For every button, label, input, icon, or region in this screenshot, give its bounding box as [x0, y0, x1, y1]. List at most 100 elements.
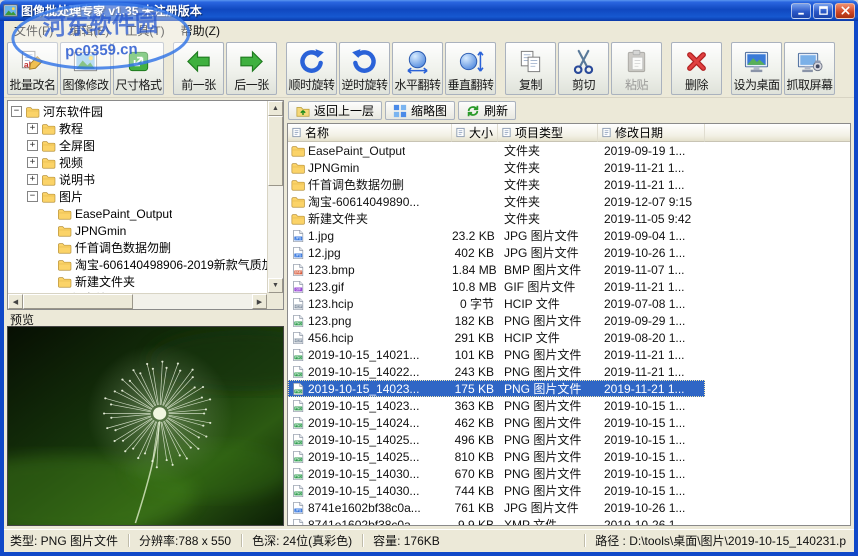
file-row[interactable]: 仟首调色数据勿删文件夹2019-11-21 1... — [288, 176, 705, 193]
tree-expander-icon[interactable]: + — [27, 157, 38, 168]
scroll-right-icon[interactable]: ▶ — [252, 294, 267, 309]
file-row[interactable]: PNG2019-10-15_14021...101 KBPNG 图片文件2019… — [288, 346, 705, 363]
file-row[interactable]: PNG2019-10-15_14022...243 KBPNG 图片文件2019… — [288, 363, 705, 380]
file-type: PNG 图片文件 — [498, 431, 598, 448]
tree-expander-icon[interactable]: − — [11, 106, 22, 117]
maximize-button[interactable] — [813, 3, 833, 19]
toolbar-button-cut[interactable]: 剪切 — [558, 42, 609, 95]
file-name: 123.bmp — [308, 263, 355, 277]
tree-item[interactable]: JPNGmin — [8, 222, 267, 239]
svg-text:PNG: PNG — [295, 321, 302, 325]
tree-horizontal-scrollbar[interactable]: ◀ ▶ — [8, 293, 267, 309]
file-icon: PNG — [291, 467, 305, 481]
file-list-rows: EasePaint_Output文件夹2019-09-19 1...JPNGmi… — [288, 142, 850, 525]
tree-item[interactable]: 仟首调色数据勿删 — [8, 239, 267, 256]
tree-item[interactable]: −图片 — [8, 188, 267, 205]
file-date: 2019-10-15 1... — [598, 450, 705, 464]
file-row[interactable]: PNG123.png182 KBPNG 图片文件2019-09-29 1... — [288, 312, 705, 329]
scrollbar-thumb[interactable] — [268, 116, 283, 186]
svg-text:PNG: PNG — [295, 474, 302, 478]
column-header[interactable]: 项目类型 — [498, 124, 598, 142]
toolbar-button-size-format[interactable]: 尺寸格式 — [113, 42, 164, 95]
tree-expander-icon[interactable]: + — [27, 123, 38, 134]
file-row[interactable]: GIF123.gif10.8 MBGIF 图片文件2019-11-21 1... — [288, 278, 705, 295]
filebar-button-up[interactable]: 返回上一层 — [288, 101, 382, 120]
tree-item-label: 全屏图 — [59, 137, 95, 154]
file-date: 2019-10-15 1... — [598, 399, 705, 413]
tree-item[interactable]: 淘宝-606140498906-2019新款气质加 — [8, 256, 267, 273]
statusbar: 类型: PNG 图片文件 分辨率:788 x 550 色深: 24位(真彩色) … — [4, 529, 854, 552]
file-row[interactable]: PNG2019-10-15_14030...670 KBPNG 图片文件2019… — [288, 465, 705, 482]
scroll-down-icon[interactable]: ▼ — [268, 278, 283, 293]
tree-item[interactable]: −河东软件园 — [8, 103, 267, 120]
toolbar-button-copy[interactable]: 复制 — [505, 42, 556, 95]
column-header[interactable]: 大小 — [452, 124, 498, 142]
scroll-left-icon[interactable]: ◀ — [8, 294, 23, 309]
column-header[interactable]: 修改日期 — [598, 124, 705, 142]
menubar: 文件(F)编辑(E)工具(T)帮助(Z) — [4, 21, 854, 39]
file-type: PNG 图片文件 — [498, 482, 598, 499]
file-type: JPG 图片文件 — [498, 499, 598, 516]
file-row[interactable]: 淘宝-60614049890...文件夹2019-12-07 9:15 — [288, 193, 705, 210]
tree-vertical-scrollbar[interactable]: ▲ ▼ — [267, 101, 283, 293]
copy-icon — [517, 46, 544, 76]
file-row[interactable]: JPNGmin文件夹2019-11-21 1... — [288, 159, 705, 176]
filebar-button-refresh[interactable]: 刷新 — [458, 101, 516, 120]
toolbar-button-capture[interactable]: 抓取屏幕 — [784, 42, 835, 95]
file-date: 2019-11-21 1... — [598, 280, 705, 294]
toolbar-button-set-desktop[interactable]: 设为桌面 — [731, 42, 782, 95]
file-size: 810 KB — [452, 450, 498, 464]
scrollbar-thumb[interactable] — [23, 294, 133, 309]
toolbar-button-batch-rename[interactable]: ab批量改名 — [7, 42, 58, 95]
tree-item[interactable]: +视频 — [8, 154, 267, 171]
toolbar-button-delete[interactable]: 删除 — [671, 42, 722, 95]
file-row[interactable]: PNG2019-10-15_14023...363 KBPNG 图片文件2019… — [288, 397, 705, 414]
toolbar-button-rotate-cw[interactable]: 顺时旋转 — [286, 42, 337, 95]
scroll-up-icon[interactable]: ▲ — [268, 101, 283, 116]
file-row[interactable]: JPG1.jpg23.2 KBJPG 图片文件2019-09-04 1... — [288, 227, 705, 244]
file-row[interactable]: BMP123.bmp1.84 MBBMP 图片文件2019-11-07 1... — [288, 261, 705, 278]
tree-item[interactable]: +说明书 — [8, 171, 267, 188]
preview-image — [7, 326, 284, 526]
toolbar-button-prev[interactable]: 前一张 — [173, 42, 224, 95]
toolbar-button-rotate-ccw[interactable]: 逆时旋转 — [339, 42, 390, 95]
file-name: 123.gif — [308, 280, 344, 294]
file-row[interactable]: HCIP456.hcip291 KBHCIP 文件2019-08-20 1... — [288, 329, 705, 346]
file-row[interactable]: PNG2019-10-15_14030...744 KBPNG 图片文件2019… — [288, 482, 705, 499]
folder-tree-panel: −河东软件园+教程+全屏图+视频+说明书−图片EasePaint_OutputJ… — [7, 100, 284, 310]
file-row[interactable]: JPG12.jpg402 KBJPG 图片文件2019-10-26 1... — [288, 244, 705, 261]
file-row[interactable]: PNG2019-10-15_14023...175 KBPNG 图片文件2019… — [288, 380, 705, 397]
toolbar-button-flip-h[interactable]: 水平翻转 — [392, 42, 443, 95]
file-row[interactable]: PNG2019-10-15_14025...496 KBPNG 图片文件2019… — [288, 431, 705, 448]
toolbar-button-paste[interactable]: 粘贴 — [611, 42, 662, 95]
file-row[interactable]: JPG8741e1602bf38c0a...761 KBJPG 图片文件2019… — [288, 499, 705, 516]
tree-expander-icon[interactable]: + — [27, 140, 38, 151]
file-name: 2019-10-15_14030... — [308, 484, 419, 498]
file-row[interactable]: PNG2019-10-15_14024...462 KBPNG 图片文件2019… — [288, 414, 705, 431]
minimize-button[interactable] — [791, 3, 811, 19]
tree-item[interactable]: + 全屏图 — [8, 137, 267, 154]
tree-item[interactable]: 新建文件夹 — [8, 273, 267, 290]
tree-item[interactable]: +教程 — [8, 120, 267, 137]
toolbar-button-flip-v[interactable]: 垂直翻转 — [445, 42, 496, 95]
file-row[interactable]: XMP8741e1602bf38c0a...9.9 KBXMP 文件2019-1… — [288, 516, 705, 525]
filebar-button-thumbnail[interactable]: 缩略图 — [385, 101, 455, 120]
menu-item[interactable]: 工具(T) — [117, 21, 172, 40]
file-row[interactable]: EasePaint_Output文件夹2019-09-19 1... — [288, 142, 705, 159]
file-row[interactable]: HCIP123.hcip0 字节HCIP 文件2019-07-08 1... — [288, 295, 705, 312]
menu-item[interactable]: 帮助(Z) — [173, 21, 228, 40]
file-size: 182 KB — [452, 314, 498, 328]
menu-item[interactable]: 文件(F) — [6, 21, 61, 40]
menu-item[interactable]: 编辑(E) — [61, 21, 117, 40]
tree-expander-icon[interactable]: − — [27, 191, 38, 202]
toolbar-button-image-edit[interactable]: 图像修改 — [60, 42, 111, 95]
tree-item[interactable]: EasePaint_Output — [8, 205, 267, 222]
column-header[interactable]: 名称 — [288, 124, 452, 142]
tree-expander-icon[interactable]: + — [27, 174, 38, 185]
file-row[interactable]: 新建文件夹文件夹2019-11-05 9:42 — [288, 210, 705, 227]
close-button[interactable] — [835, 3, 855, 19]
svg-text:PNG: PNG — [295, 491, 302, 495]
toolbar-button-next[interactable]: 后一张 — [226, 42, 277, 95]
svg-text:BMP: BMP — [295, 270, 302, 274]
file-row[interactable]: PNG2019-10-15_14025...810 KBPNG 图片文件2019… — [288, 448, 705, 465]
